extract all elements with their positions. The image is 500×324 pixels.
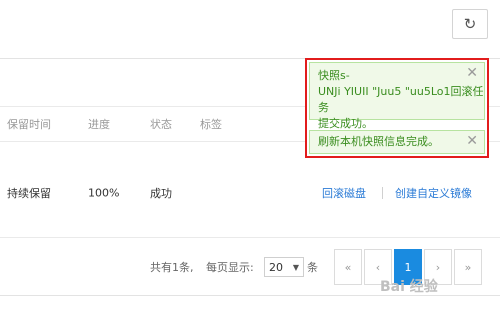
per-page-label: 每页显示: (206, 261, 254, 274)
close-icon[interactable]: ✕ (466, 65, 478, 81)
page-size-value: 20 (269, 260, 283, 274)
close-icon[interactable]: ✕ (466, 133, 478, 149)
action-separator (382, 187, 383, 199)
header-progress: 进度 (88, 118, 110, 131)
header-tags: 标签 (200, 118, 222, 131)
refresh-button[interactable]: ↻ (452, 9, 488, 39)
create-custom-image-link[interactable]: 创建自定义镜像 (395, 185, 472, 201)
notification-highlight: 快照s- UNJi YIUII "Juu5 "uu5Lo1回滚任务 提交成功。 … (305, 58, 489, 158)
toast-message: 快照s- UNJi YIUII "Juu5 "uu5Lo1回滚任务 提交成功。 (318, 69, 484, 130)
per-page-unit: 条 (307, 261, 318, 274)
cell-retention: 持续保留 (7, 187, 51, 200)
table-divider (0, 237, 500, 238)
refresh-icon: ↻ (463, 15, 477, 33)
page-size-select[interactable]: 20 ▼ (264, 257, 304, 277)
toast-message: 刷新本机快照信息完成。 (318, 135, 439, 148)
table-row: 持续保留 100% 成功 回滚磁盘 创建自定义镜像 (0, 165, 500, 221)
first-page-button[interactable]: « (334, 249, 362, 285)
rollback-submitted-toast: 快照s- UNJi YIUII "Juu5 "uu5Lo1回滚任务 提交成功。 … (309, 62, 485, 130)
cell-progress: 100% (88, 186, 120, 200)
total-count: 共有1条, (150, 261, 194, 274)
watermark: Bai 经验 (380, 279, 438, 295)
header-status: 状态 (150, 118, 172, 131)
refresh-complete-toast: 刷新本机快照信息完成。 ✕ (309, 130, 485, 154)
cell-status: 成功 (150, 187, 172, 200)
chevron-down-icon: ▼ (292, 262, 299, 272)
header-retention: 保留时间 (7, 118, 51, 131)
rollback-disk-link[interactable]: 回滚磁盘 (322, 185, 366, 201)
last-page-button[interactable]: » (454, 249, 482, 285)
